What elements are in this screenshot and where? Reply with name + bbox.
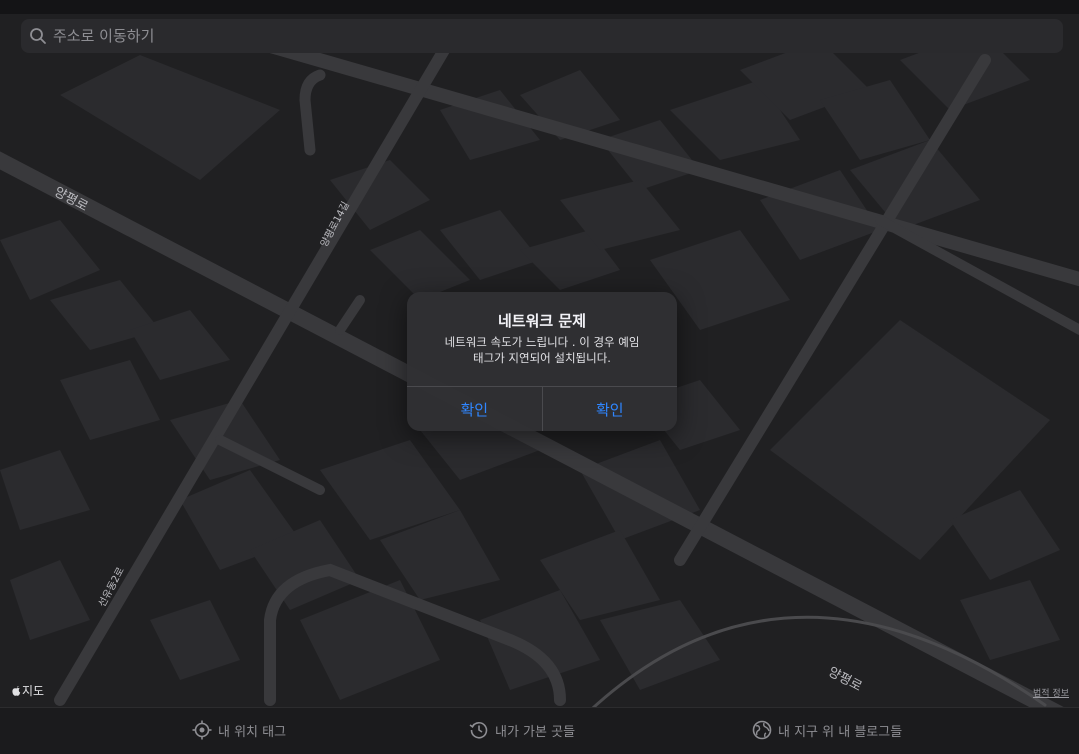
search-icon: [30, 28, 46, 44]
alert-button-row: 확인 확인: [407, 386, 677, 431]
alert-message-line-2: 태그가 지연되어 설치됩니다.: [473, 351, 611, 365]
maps-attribution-label: 지도: [22, 684, 45, 698]
location-target-icon: [192, 720, 212, 740]
alert-message: 네트워크 속도가 느립니다 . 이 경우 예임 태그가 지연되어 설치됩니다.: [423, 334, 661, 366]
top-status-strip: [0, 0, 1079, 14]
alert-confirm-button-left[interactable]: 확인: [407, 387, 542, 431]
network-alert-dialog: 네트워크 문제 네트워크 속도가 느립니다 . 이 경우 예임 태그가 지연되어…: [407, 292, 677, 431]
tab-my-location-tag[interactable]: 내 위치 태그: [192, 720, 286, 740]
globe-icon: [752, 720, 772, 740]
bottom-tab-bar: 내 위치 태그 내가 가본 곳들 내 지구 위 내 블로그들: [0, 707, 1079, 754]
search-input[interactable]: [51, 26, 1063, 46]
maps-attribution: 지도: [11, 682, 44, 699]
apple-logo-icon: [12, 685, 21, 696]
search-bar[interactable]: [21, 19, 1063, 53]
legal-info-link[interactable]: 법적 정보: [1033, 686, 1069, 699]
tab-my-blogs-globe[interactable]: 내 지구 위 내 블로그들: [752, 720, 902, 740]
alert-message-line-1: 네트워크 속도가 느립니다 . 이 경우 예임: [444, 335, 640, 349]
history-clock-icon: [469, 721, 488, 739]
tab-label: 내 지구 위 내 블로그들: [778, 724, 903, 740]
tab-label: 내가 가본 곳들: [495, 724, 576, 740]
tab-label: 내 위치 태그: [218, 724, 287, 740]
tab-visited-places[interactable]: 내가 가본 곳들: [469, 720, 575, 740]
alert-confirm-button-right[interactable]: 확인: [541, 387, 678, 431]
alert-title: 네트워크 문제: [497, 312, 587, 330]
